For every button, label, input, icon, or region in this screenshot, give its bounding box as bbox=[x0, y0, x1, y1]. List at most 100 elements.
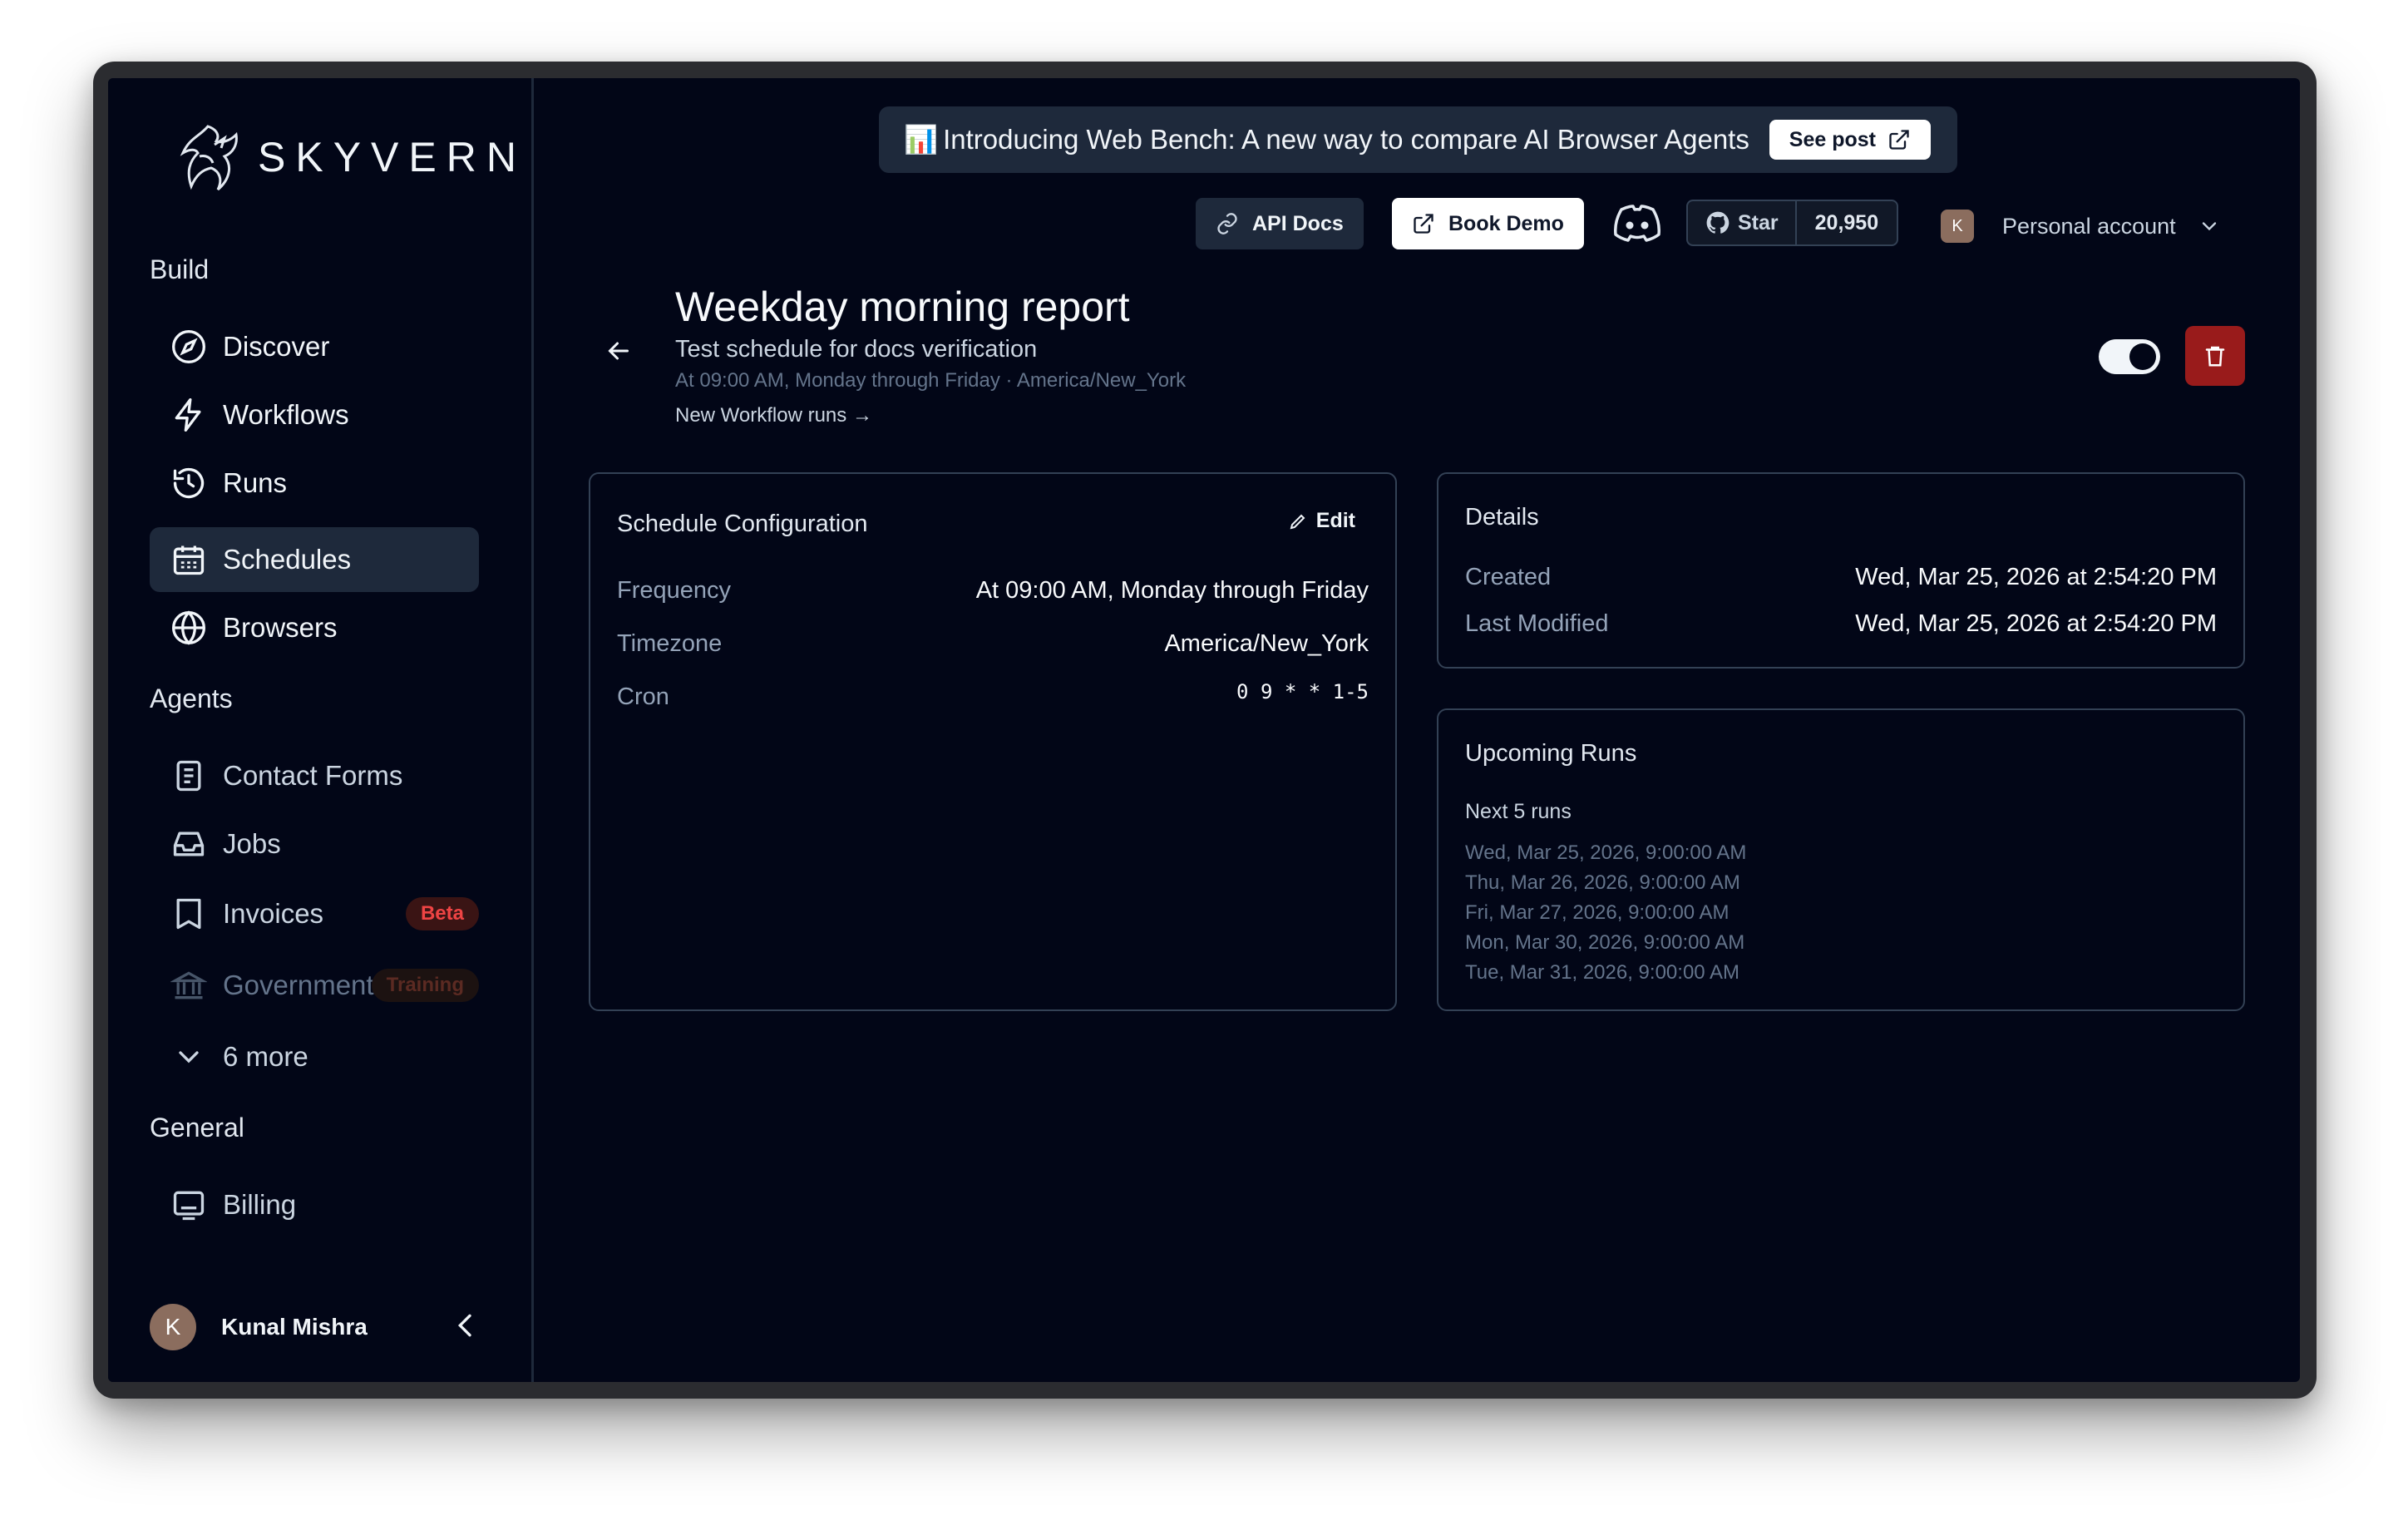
document-icon bbox=[170, 757, 208, 795]
sidebar-item-jobs[interactable]: Jobs bbox=[150, 812, 479, 876]
chevron-left-icon bbox=[457, 1314, 471, 1337]
sidebar-item-label: Jobs bbox=[223, 828, 281, 859]
section-build: Build bbox=[150, 254, 210, 284]
cron-label: Cron bbox=[617, 684, 669, 710]
bookmark-icon bbox=[170, 895, 208, 933]
github-star-count: 20,950 bbox=[1814, 210, 1879, 234]
sidebar-item-workflows[interactable]: Workflows bbox=[150, 382, 479, 447]
discord-icon bbox=[1614, 205, 1660, 242]
created-label: Created bbox=[1465, 564, 1552, 590]
sidebar-item-label: Billing bbox=[223, 1189, 297, 1220]
sidebar-show-more[interactable]: 6 more bbox=[150, 1024, 479, 1089]
see-post-label: See post bbox=[1789, 127, 1876, 151]
next-runs-label: Next 5 runs bbox=[1465, 800, 1572, 823]
account-switcher[interactable]: K Personal account bbox=[1941, 210, 2221, 243]
upcoming-runs-card: Upcoming Runs Next 5 runs Wed, Mar 25, 2… bbox=[1437, 708, 2245, 1011]
dragon-logo-icon bbox=[180, 125, 238, 191]
globe-icon bbox=[170, 609, 208, 647]
delete-schedule-button[interactable] bbox=[2185, 326, 2245, 386]
back-button[interactable] bbox=[604, 336, 634, 370]
edit-button[interactable]: Edit bbox=[1288, 509, 1355, 533]
app-window: SKYVERN Build Discover Workflows Runs Sc… bbox=[108, 78, 2300, 1382]
page-title: Weekday morning report bbox=[675, 284, 1130, 330]
list-item: Wed, Mar 25, 2026, 9:00:00 AM bbox=[1465, 841, 1747, 864]
brand-name: SKYVERN bbox=[258, 134, 526, 180]
frequency-value: At 09:00 AM, Monday through Friday bbox=[975, 577, 1369, 604]
chart-emoji-icon: 📊 bbox=[904, 123, 939, 155]
sidebar: SKYVERN Build Discover Workflows Runs Sc… bbox=[108, 78, 534, 1382]
history-icon bbox=[170, 464, 208, 502]
see-post-button[interactable]: See post bbox=[1769, 120, 1931, 160]
sidebar-item-label: Government bbox=[223, 970, 374, 1000]
last-modified-label: Last Modified bbox=[1465, 610, 1609, 637]
account-label: Personal account bbox=[2002, 213, 2176, 239]
discord-button[interactable] bbox=[1611, 203, 1663, 249]
card-title: Schedule Configuration bbox=[617, 511, 868, 537]
user-name: Kunal Mishra bbox=[221, 1314, 368, 1340]
schedule-description: Test schedule for docs verification bbox=[675, 336, 1038, 363]
api-docs-button[interactable]: API Docs bbox=[1196, 198, 1364, 249]
avatar: K bbox=[150, 1304, 196, 1350]
arrow-left-icon bbox=[608, 342, 629, 360]
cron-value: 0 9 * * 1-5 bbox=[1236, 680, 1369, 703]
external-link-icon bbox=[1889, 130, 1909, 150]
trash-icon bbox=[2205, 346, 2225, 367]
sidebar-item-billing[interactable]: Billing bbox=[150, 1172, 479, 1237]
book-demo-label: Book Demo bbox=[1448, 211, 1564, 235]
timezone-value: America/New_York bbox=[1164, 630, 1369, 657]
book-demo-button[interactable]: Book Demo bbox=[1392, 198, 1584, 249]
pencil-icon bbox=[1290, 514, 1305, 529]
brand-logo[interactable]: SKYVERN bbox=[175, 120, 526, 195]
sidebar-item-label: Contact Forms bbox=[223, 760, 403, 791]
announcement-banner: 📊 Introducing Web Bench: A new way to co… bbox=[879, 106, 1957, 173]
chevron-down-icon bbox=[2202, 222, 2216, 231]
github-star-widget[interactable]: Star 20,950 bbox=[1686, 200, 1899, 246]
list-item: Thu, Mar 26, 2026, 9:00:00 AM bbox=[1465, 871, 1740, 894]
compass-icon bbox=[170, 328, 208, 366]
sidebar-item-runs[interactable]: Runs bbox=[150, 451, 479, 516]
frequency-label: Frequency bbox=[617, 577, 732, 604]
account-avatar: K bbox=[1941, 210, 1974, 243]
timezone-label: Timezone bbox=[617, 630, 723, 657]
sidebar-item-invoices[interactable]: Invoices Beta bbox=[150, 881, 479, 946]
upcoming-runs-list: Wed, Mar 25, 2026, 9:00:00 AM Thu, Mar 2… bbox=[1465, 838, 1746, 988]
api-docs-label: API Docs bbox=[1252, 211, 1344, 235]
schedule-enabled-toggle[interactable] bbox=[2099, 339, 2160, 374]
sidebar-item-label: Invoices bbox=[223, 898, 324, 929]
collapse-sidebar-button[interactable] bbox=[449, 1309, 482, 1346]
toggle-knob bbox=[2129, 343, 2156, 370]
external-link-icon bbox=[1414, 214, 1433, 234]
beta-badge: Beta bbox=[405, 897, 479, 930]
calendar-icon bbox=[170, 540, 208, 579]
list-item: Tue, Mar 31, 2026, 9:00:00 AM bbox=[1465, 961, 1739, 984]
user-profile[interactable]: K Kunal Mishra bbox=[150, 1304, 482, 1350]
sidebar-item-label: Schedules bbox=[223, 544, 352, 575]
github-icon bbox=[1706, 211, 1730, 234]
lightning-icon bbox=[170, 396, 208, 434]
github-star-button[interactable]: Star bbox=[1688, 201, 1797, 244]
training-badge: Training bbox=[371, 969, 479, 1002]
sidebar-item-label: Runs bbox=[223, 467, 288, 498]
last-modified-value: Wed, Mar 25, 2026 at 2:54:20 PM bbox=[1855, 610, 2217, 637]
chevron-down-icon bbox=[170, 1038, 208, 1076]
banner-text: Introducing Web Bench: A new way to comp… bbox=[943, 124, 1749, 155]
sidebar-item-discover[interactable]: Discover bbox=[150, 314, 479, 379]
list-item: Fri, Mar 27, 2026, 9:00:00 AM bbox=[1465, 901, 1730, 924]
sidebar-item-government[interactable]: Government Training bbox=[150, 953, 479, 1018]
link-icon bbox=[1217, 213, 1237, 234]
sidebar-item-browsers[interactable]: Browsers bbox=[150, 595, 479, 660]
schedule-configuration-card: Schedule Configuration Edit Frequency At… bbox=[589, 472, 1397, 1011]
sidebar-item-label: 6 more bbox=[223, 1041, 308, 1072]
section-agents: Agents bbox=[150, 684, 233, 713]
schedule-summary: At 09:00 AM, Monday through Friday · Ame… bbox=[675, 369, 1187, 392]
github-star-label: Star bbox=[1738, 210, 1779, 234]
sidebar-item-schedules[interactable]: Schedules bbox=[150, 527, 479, 592]
list-item: Mon, Mar 30, 2026, 9:00:00 AM bbox=[1465, 931, 1745, 954]
section-general: General bbox=[150, 1113, 244, 1142]
card-title: Upcoming Runs bbox=[1465, 740, 1637, 767]
details-card: Details Created Wed, Mar 25, 2026 at 2:5… bbox=[1437, 472, 2245, 669]
sidebar-item-contact-forms[interactable]: Contact Forms bbox=[150, 743, 479, 808]
inbox-icon bbox=[170, 825, 208, 863]
workflow-runs-link[interactable]: New Workflow runs → bbox=[675, 404, 872, 427]
card-title: Details bbox=[1465, 504, 1539, 531]
